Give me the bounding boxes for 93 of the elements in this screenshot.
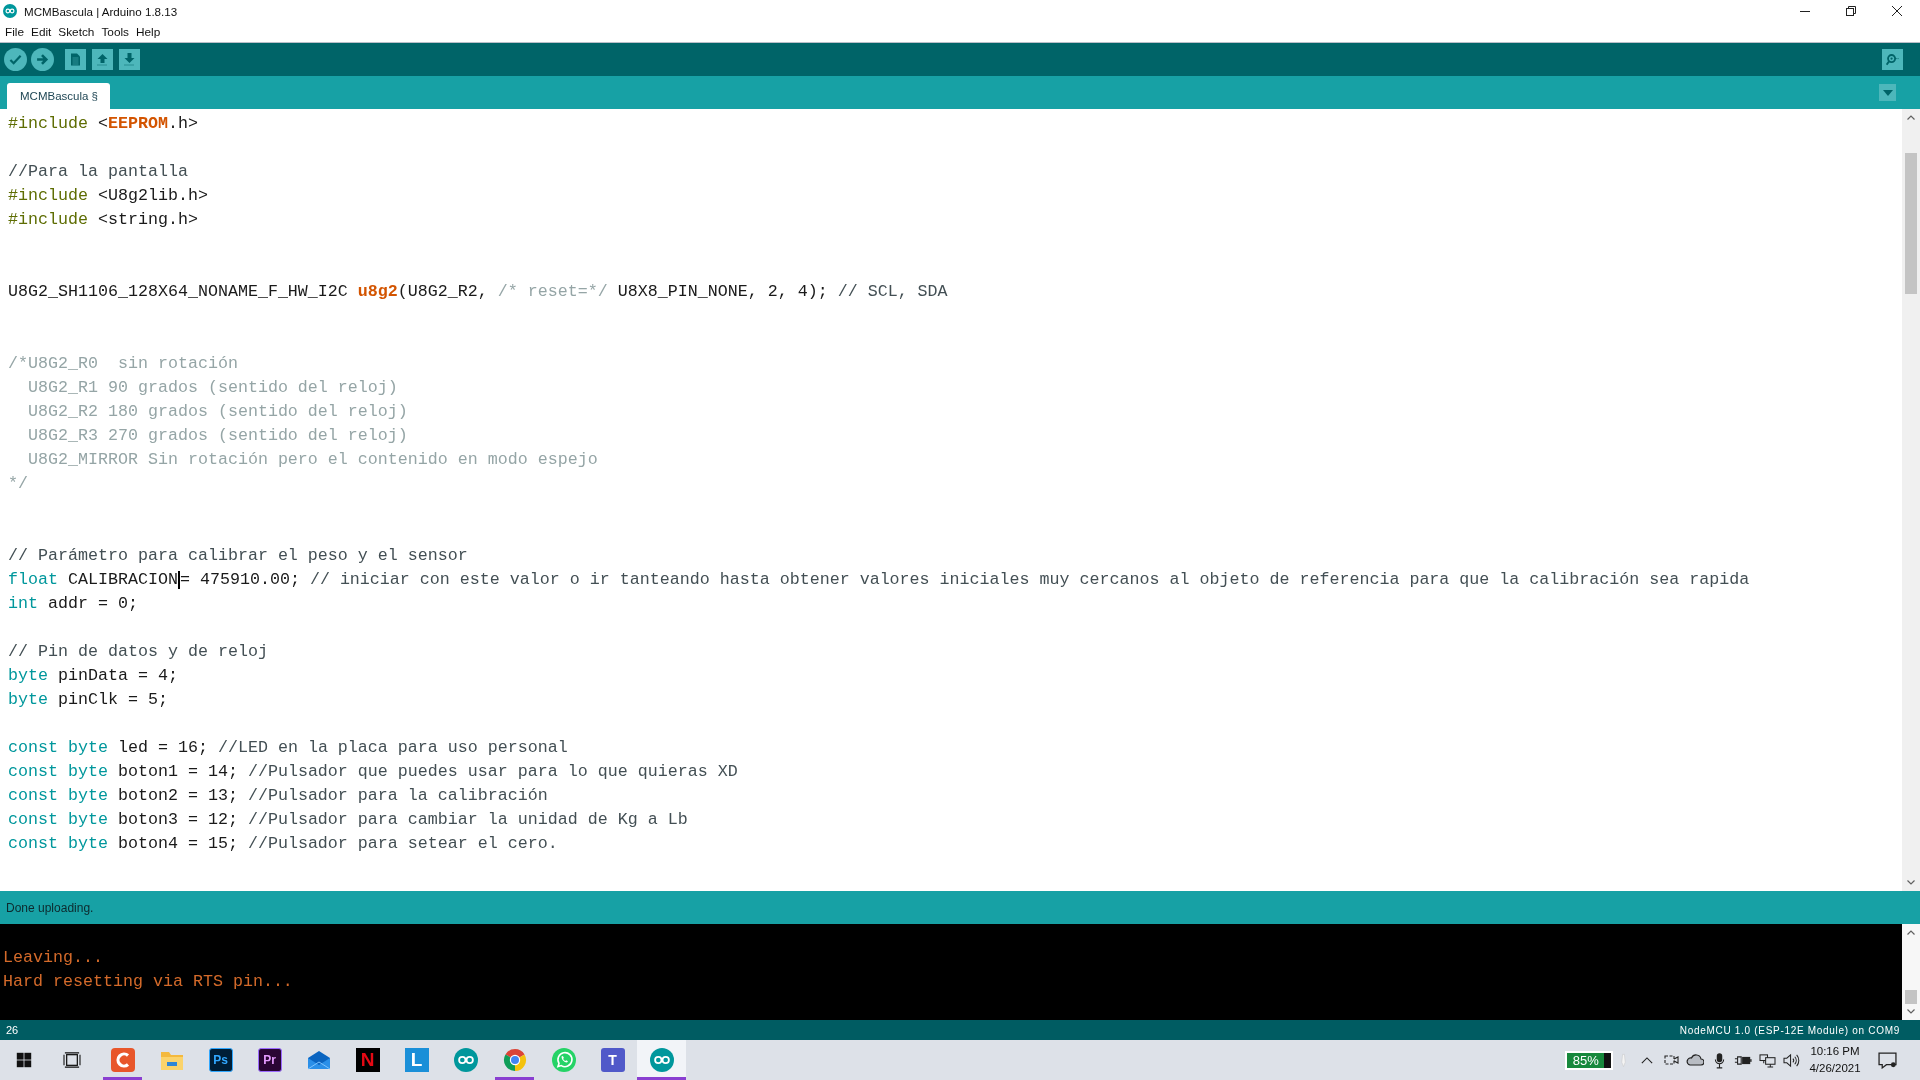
battery-meter[interactable]: 85% [1565,1050,1613,1070]
envelope-icon [306,1048,331,1072]
upload-button[interactable] [31,48,54,71]
code-line: */ [8,473,28,495]
console-line: Hard resetting via RTS pin... [2,971,293,993]
restore-icon [1846,6,1856,16]
code-line: const byte boton4 = 15; //Pulsador para setear el cero. [8,833,558,855]
menu-item[interactable]: Edit [28,24,55,40]
serial-monitor-button[interactable] [1882,49,1903,70]
menu-item[interactable]: Help [132,24,164,40]
scrollbar[interactable] [1902,924,1920,1020]
scroll-up-icon[interactable] [1907,930,1915,935]
sketch-tab[interactable]: MCMBascula § [7,83,110,109]
windows-icon [16,1052,32,1068]
infinity-logo-icon [3,4,17,18]
caret-down-icon [1882,89,1893,96]
scroll-thumb[interactable] [1905,153,1917,294]
camera-icon[interactable] [1663,1052,1679,1068]
menu-item[interactable]: File [2,24,27,40]
code-line: // Pin de datos y de reloj [8,641,268,663]
microphone-icon[interactable] [1713,1051,1725,1069]
notification-icon[interactable] [1878,1051,1897,1069]
text-cursor [177,571,180,589]
tab-menu-button[interactable] [1879,84,1896,101]
download-arrow-icon [123,53,136,66]
letter-logo-icon: L [404,1048,429,1072]
taskbar-app-button[interactable]: T [588,1040,637,1080]
scroll-thumb[interactable] [1905,990,1917,1004]
code-line: const byte boton2 = 13; //Pulsador para la calibración [8,785,548,807]
speaker-icon[interactable] [1782,1052,1800,1068]
scrollbar[interactable] [1902,109,1920,891]
code-line: //Para la pantalla [8,161,188,183]
letter-logo-icon: N [355,1048,380,1072]
phone-bubble-icon [551,1048,576,1072]
open-button[interactable] [92,49,113,70]
scroll-down-icon[interactable] [1907,880,1915,885]
code-line: = 475910.00; // iniciar con este valor o ir tanteando hasta obtener valores iniciales muy cercanos al objeto de referencia para que la calibración sea rapida [179,569,1750,591]
code-line: const byte boton3 = 12; //Pulsador para cambiar la unidad de Kg a Lb [8,809,688,831]
code-line: /*U8G2_R0 sin rotación [8,353,238,375]
code-line: const byte led = 16; //LED en la placa para uso personal [8,737,568,759]
letter-logo-icon: Ps [208,1048,233,1072]
minimize-icon [1800,10,1810,12]
code-line: U8G2_R1 90 grados (sentido del reloj) [27,377,398,399]
infinity-logo-icon [649,1048,674,1072]
code-line: #include <U8g2lib.h> [8,185,208,207]
taskbar-app-button[interactable]: L [392,1040,441,1080]
code-line: float CALIBRACION [8,569,178,591]
upload-arrow-icon [96,53,109,66]
clock-time[interactable]: 10:16 PM [1810,1043,1860,1060]
new-button[interactable] [65,49,86,70]
menu-item[interactable]: Tools [98,24,132,40]
browser-logo-icon [502,1048,527,1072]
letter-logo-icon: Pr [257,1048,282,1072]
network-icon[interactable] [1758,1052,1776,1068]
arrow-right-icon [36,53,49,66]
letter-logo-icon: T [600,1048,625,1072]
line-number: 26 [6,1024,19,1036]
close-icon [1892,6,1902,16]
verify-button[interactable] [4,48,27,71]
status-message: Done uploading. [6,900,94,915]
c-logo-icon [110,1048,135,1072]
save-button[interactable] [119,49,140,70]
menu-item[interactable]: Sketch [55,24,98,40]
check-icon [9,53,22,66]
code-line: byte pinData = 4; [8,665,178,687]
code-line: #include <EEPROM.h> [8,113,198,135]
code-line: U8G2_R2 180 grados (sentido del reloj) [27,401,408,423]
task-view-icon [63,1052,81,1068]
taskbar-app-button[interactable]: N [343,1040,392,1080]
code-line: U8G2_SH1106_128X64_NONAME_F_HW_I2C u8g2(U8G2_R2, /* reset=*/ U8X8_PIN_NONE, 2, 4); // SCL, SDA [8,281,948,303]
taskbar-app-button[interactable] [637,1040,686,1080]
code-line: U8G2_MIRROR Sin rotación pero el contenido en modo espejo [27,449,598,471]
battery-label: 85% [1572,1052,1599,1068]
search-icon [1886,53,1899,66]
code-line: // Parámetro para calibrar el peso y el sensor [8,545,468,567]
taskbar-app-button[interactable]: Pr [245,1040,294,1080]
scroll-down-icon[interactable] [1907,1009,1915,1014]
code-line: const byte boton1 = 14; //Pulsador que puedes usar para lo que quieras XD [8,761,738,783]
window-title: MCMBascula | Arduino 1.8.13 [24,4,178,18]
taskbar-app-button[interactable]: Ps [196,1040,245,1080]
document-icon [69,53,82,66]
code-line: U8G2_R3 270 grados (sentido del reloj) [27,425,408,447]
chevron-up-icon[interactable] [1641,1056,1653,1064]
code-line: #include <string.h> [8,209,198,231]
cloud-icon[interactable] [1686,1054,1704,1066]
code-line: byte pinClk = 5; [8,689,168,711]
scroll-up-icon[interactable] [1907,115,1915,120]
clock-date[interactable]: 4/26/2021 [1809,1060,1861,1077]
power-plug-icon[interactable] [1734,1053,1752,1067]
infinity-logo-icon [453,1048,478,1072]
console-line: Leaving... [2,947,103,969]
board-info: NodeMCU 1.0 (ESP-12E Module) on COM9 [1679,1024,1900,1036]
code-line: int addr = 0; [8,593,138,615]
